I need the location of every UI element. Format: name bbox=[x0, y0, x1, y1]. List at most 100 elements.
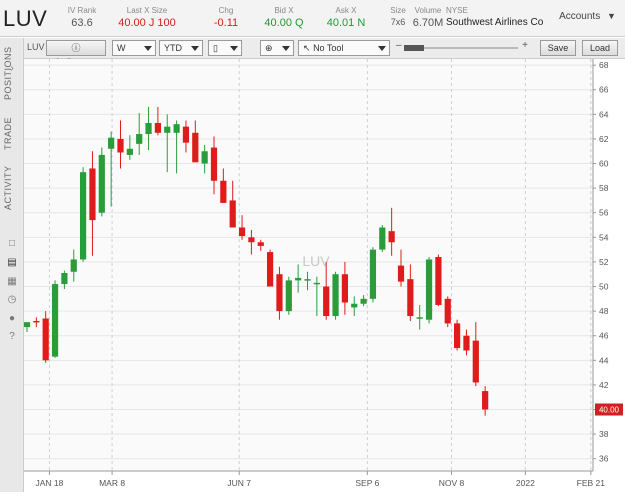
indicators-icon: ⓘ bbox=[71, 43, 81, 53]
y-tick-label: 54 bbox=[599, 232, 609, 242]
y-tick-label: 68 bbox=[599, 60, 609, 70]
ivrank-quote: IV Rank 63.6 bbox=[62, 6, 102, 29]
ivrank-value: 63.6 bbox=[71, 17, 93, 29]
candle-body bbox=[360, 298, 367, 304]
size-quote: Size 7x6 bbox=[386, 6, 410, 27]
candle-body bbox=[80, 172, 87, 260]
help-icon[interactable]: ? bbox=[6, 331, 18, 343]
candle-body bbox=[472, 340, 479, 383]
cursor-icon: ↖ bbox=[303, 43, 311, 53]
expand-chevron-icon[interactable]: › bbox=[6, 63, 18, 75]
candle[interactable] bbox=[98, 147, 105, 217]
zoom-out-icon[interactable]: – bbox=[396, 40, 402, 51]
candle-icon: ▯ bbox=[213, 43, 218, 53]
candle-body bbox=[145, 122, 152, 135]
candle-body bbox=[126, 148, 133, 155]
candle[interactable] bbox=[444, 296, 451, 328]
candle-body bbox=[267, 252, 274, 287]
size-label: Size bbox=[390, 6, 406, 15]
candle-body bbox=[238, 227, 246, 237]
candle-body bbox=[220, 180, 227, 203]
accounts-label: Accounts bbox=[559, 11, 601, 22]
lastx-value: 40.00 J 100 bbox=[118, 17, 176, 29]
candle-body bbox=[379, 227, 386, 250]
candle-body bbox=[98, 154, 105, 213]
candle[interactable] bbox=[369, 247, 377, 303]
candle[interactable] bbox=[425, 257, 433, 324]
candle-body bbox=[136, 134, 143, 144]
candle-body bbox=[407, 279, 414, 317]
candle[interactable] bbox=[42, 311, 49, 363]
crosshair-select[interactable]: ⊕ bbox=[260, 40, 294, 56]
candle[interactable] bbox=[379, 225, 386, 253]
size-value: 7x6 bbox=[390, 17, 406, 27]
askx-value: 40.01 N bbox=[326, 17, 366, 29]
volume-quote: Volume 6.70M bbox=[410, 6, 446, 29]
chart-icon[interactable]: ▤ bbox=[6, 257, 18, 269]
candle-body bbox=[164, 126, 171, 133]
clock-icon[interactable]: ◷ bbox=[6, 294, 18, 306]
company-name: Southwest Airlines Co bbox=[446, 17, 544, 28]
tab-activity[interactable]: ACTIVITY bbox=[3, 165, 13, 210]
candle-body bbox=[192, 132, 199, 163]
candle-body bbox=[295, 277, 302, 281]
candle-body bbox=[444, 298, 451, 324]
y-tick-label: 60 bbox=[599, 159, 609, 169]
bidx-label: Bid X bbox=[274, 6, 294, 15]
candle-body bbox=[173, 124, 180, 133]
last-price-label: 40.00 bbox=[599, 406, 620, 415]
y-tick-label: 46 bbox=[599, 331, 609, 341]
candlestick-chart[interactable]: LUV 363840424446485052545658606264666840… bbox=[23, 59, 625, 492]
candle-body bbox=[210, 147, 218, 181]
price-chart[interactable]: LUV 363840424446485052545658606264666840… bbox=[23, 59, 625, 492]
quote-bar: LUV IV Rank 63.6 Last X Size 40.00 J 100… bbox=[0, 0, 625, 37]
chart-type-select[interactable]: ▯ bbox=[208, 40, 242, 56]
exchange-label: NYSE bbox=[446, 6, 468, 15]
candle[interactable] bbox=[332, 271, 339, 320]
candle-body bbox=[229, 200, 236, 228]
candle-body bbox=[285, 280, 292, 312]
crosshair-icon: ⊕ bbox=[265, 43, 273, 53]
y-tick-label: 38 bbox=[599, 429, 609, 439]
y-tick-label: 58 bbox=[599, 183, 609, 193]
candle[interactable] bbox=[80, 167, 87, 262]
candle-body bbox=[276, 274, 283, 312]
zoom-in-icon[interactable]: + bbox=[522, 40, 528, 51]
candle-body bbox=[33, 320, 40, 323]
y-tick-label: 44 bbox=[599, 355, 609, 365]
chg-value: -0.11 bbox=[213, 17, 239, 29]
accounts-menu[interactable]: Accounts ▼ bbox=[559, 11, 619, 23]
range-select[interactable]: YTD bbox=[159, 40, 203, 56]
save-button[interactable]: Save bbox=[540, 40, 576, 56]
zoom-slider[interactable]: – + bbox=[396, 40, 528, 55]
y-tick-label: 50 bbox=[599, 282, 609, 292]
symbol-title[interactable]: LUV bbox=[3, 6, 47, 32]
candle[interactable] bbox=[51, 280, 59, 358]
candle-body bbox=[201, 151, 208, 164]
volume-label: Volume bbox=[414, 6, 442, 15]
drawing-tool-select[interactable]: ↖ No Tool bbox=[298, 40, 390, 56]
lastx-label: Last X Size bbox=[126, 6, 168, 15]
chg-label: Chg bbox=[218, 6, 234, 15]
candle[interactable] bbox=[285, 276, 292, 315]
load-button[interactable]: Load bbox=[582, 40, 618, 56]
y-tick-label: 42 bbox=[599, 380, 609, 390]
candle[interactable] bbox=[435, 254, 442, 307]
bidx-value: 40.00 Q bbox=[264, 17, 304, 29]
x-tick-label: MAR 8 bbox=[99, 478, 125, 488]
candle-body bbox=[154, 122, 161, 133]
left-sidebar: POSITIONS TRADE ACTIVITY › □ ▤ ▦ ◷ ● ? bbox=[0, 38, 24, 492]
candle[interactable] bbox=[267, 249, 274, 287]
toolbar-symbol-label: LUV bbox=[27, 42, 45, 52]
zoom-thumb[interactable] bbox=[404, 45, 424, 51]
tab-trade[interactable]: TRADE bbox=[3, 117, 13, 150]
candle-body bbox=[89, 168, 96, 221]
grid-icon[interactable]: ▦ bbox=[6, 276, 18, 288]
users-icon[interactable]: ● bbox=[6, 313, 18, 325]
candle-body bbox=[248, 237, 255, 243]
document-icon[interactable]: □ bbox=[6, 238, 18, 250]
period-select[interactable]: W bbox=[112, 40, 156, 56]
candle[interactable] bbox=[454, 319, 461, 351]
x-tick-label: JUN 7 bbox=[227, 478, 251, 488]
indicators-button[interactable]: ⓘ Indicators bbox=[46, 40, 106, 67]
